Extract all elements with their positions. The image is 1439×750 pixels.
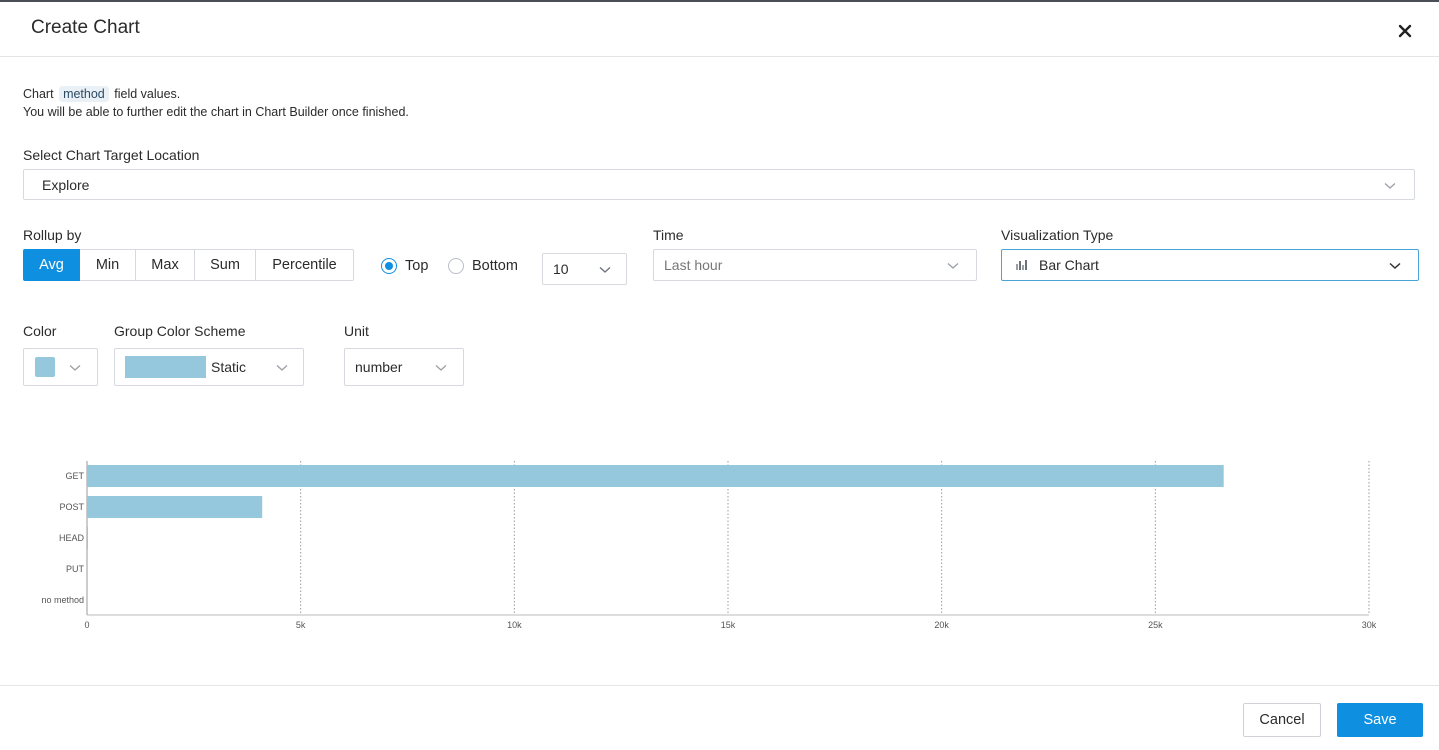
target-location-value: Explore [42,176,90,193]
chart-preview: 0 5k 10k 15k 20k 25k 30k GET POST HEAD PUT no metho… [0,440,1439,640]
x-tick-label: 5k [296,620,306,630]
close-icon[interactable] [1394,20,1416,42]
group-color-scheme-select[interactable]: Static [114,348,304,386]
bar [87,527,88,549]
time-value: Last hour [664,257,723,273]
rollup-sum-button[interactable]: Sum [194,249,256,281]
visualization-label: Visualization Type [1001,227,1114,243]
chevron-down-icon [1389,257,1401,273]
category-label: HEAD [59,533,85,543]
description-prefix: Chart [23,87,54,101]
bar-chart: 0 5k 10k 15k 20k 25k 30k GET POST HEAD PUT no metho… [41,461,1377,630]
bar-chart-icon [1016,257,1029,273]
unit-select[interactable]: number [344,348,464,386]
chevron-down-icon [69,359,81,375]
radio-top-indicator [381,258,397,274]
rollup-min-button[interactable]: Min [79,249,136,281]
rollup-avg-button[interactable]: Avg [23,249,80,281]
chevron-down-icon [435,359,447,375]
visualization-select[interactable]: Bar Chart [1001,249,1419,281]
target-location-label: Select Chart Target Location [23,147,200,163]
chevron-down-icon [599,261,611,277]
group-color-scheme-label: Group Color Scheme [114,323,246,339]
color-swatch [35,357,55,377]
rollup-segmented-control: Avg Min Max Sum Percentile [23,249,354,281]
rollup-percentile-button[interactable]: Percentile [255,249,354,281]
category-label: POST [59,502,84,512]
description-suffix: field values. [114,87,181,101]
dialog-title: Create Chart [31,17,140,38]
dialog-footer: Cancel Save [0,685,1439,750]
description: Chart method field values. You will be a… [23,85,409,121]
x-tick-label: 0 [84,620,89,630]
radio-bottom-label: Bottom [472,258,518,274]
description-line-1: Chart method field values. [23,85,409,103]
radio-top[interactable]: Top [381,258,428,274]
rollup-label: Rollup by [23,227,82,243]
x-tick-label: 30k [1362,620,1377,630]
time-label: Time [653,227,684,243]
bar [87,465,1224,487]
description-line-2: You will be able to further edit the cha… [23,105,409,119]
category-label: PUT [66,564,85,574]
chevron-down-icon [1384,177,1396,193]
target-location-select[interactable]: Explore [23,169,1415,200]
limit-value: 10 [553,261,569,277]
save-button[interactable]: Save [1337,703,1423,737]
rollup-max-button[interactable]: Max [135,249,195,281]
color-label: Color [23,323,57,339]
color-select[interactable] [23,348,98,386]
dialog-header: Create Chart [0,2,1439,57]
cancel-button[interactable]: Cancel [1243,703,1321,737]
chevron-down-icon [947,257,959,273]
limit-select[interactable]: 10 [542,253,627,285]
create-chart-dialog: Create Chart Chart method field values. … [0,0,1439,750]
unit-label: Unit [344,323,369,339]
category-label: GET [65,471,84,481]
visualization-value: Bar Chart [1039,257,1099,273]
x-tick-label: 20k [934,620,949,630]
radio-bottom[interactable]: Bottom [448,258,518,274]
group-color-scheme-value: Static [211,359,247,375]
radio-bottom-indicator [448,258,464,274]
color-scheme-swatch [125,356,206,378]
unit-value: number [355,359,403,375]
chevron-down-icon [276,359,288,375]
category-label: no method [41,595,84,605]
x-tick-label: 10k [507,620,522,630]
x-tick-label: 15k [721,620,736,630]
radio-top-label: Top [405,258,429,274]
field-chip: method [59,86,109,102]
bar [87,496,263,518]
x-tick-label: 25k [1148,620,1163,630]
time-select[interactable]: Last hour [653,249,977,281]
